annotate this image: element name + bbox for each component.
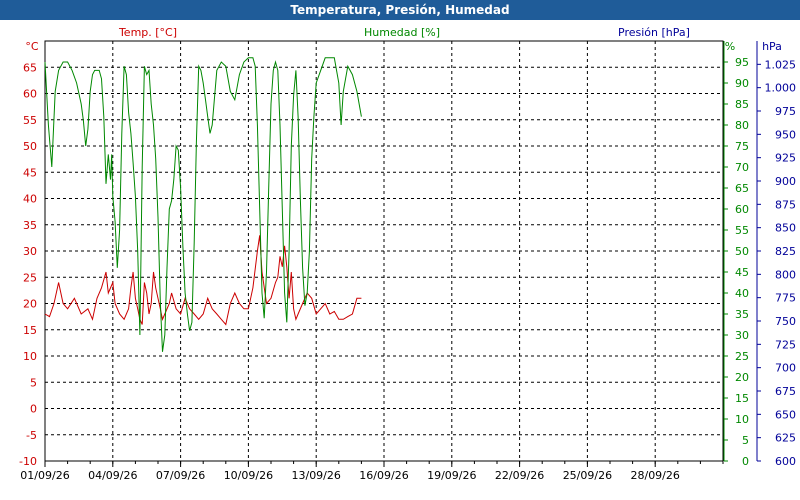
temp-tick-label: -10: [19, 455, 37, 468]
pres-tick-label: 700: [775, 362, 796, 375]
x-tick-label: 19/09/26: [427, 469, 476, 482]
temp-tick-label: 20: [23, 298, 37, 311]
temp-tick-label: 5: [30, 376, 37, 389]
hum-unit-label: %: [725, 40, 735, 53]
temp-tick-label: 30: [23, 245, 37, 258]
temp-tick-label: 65: [23, 61, 37, 74]
pres-tick-label: 750: [775, 315, 796, 328]
temp-tick-label: -5: [26, 429, 37, 442]
temp-tick-label: 50: [23, 140, 37, 153]
temp-tick-label: 55: [23, 114, 37, 127]
hum-tick-label: 55: [735, 224, 749, 237]
pres-tick-label: 625: [775, 432, 796, 445]
temperature-series-line: [44, 235, 362, 326]
pres-tick-label: 950: [775, 128, 796, 141]
x-tick-label: 25/09/26: [563, 469, 612, 482]
pres-tick-label: 1.025: [765, 58, 797, 71]
hum-axis-header: Humedad [%]: [364, 26, 440, 39]
temp-tick-label: 0: [30, 403, 37, 416]
x-tick-label: 10/09/26: [224, 469, 273, 482]
window-title-bar: Temperatura, Presión, Humedad: [0, 0, 800, 20]
pres-tick-label: 825: [775, 245, 796, 258]
pres-tick-label: 850: [775, 222, 796, 235]
hum-tick-label: 80: [735, 119, 749, 132]
pres-tick-label: 650: [775, 408, 796, 421]
grid: [44, 40, 724, 462]
hum-tick-label: 10: [735, 413, 749, 426]
temp-tick-label: 35: [23, 219, 37, 232]
pres-tick-label: 875: [775, 198, 796, 211]
temp-tick-label: 25: [23, 271, 37, 284]
hum-tick-label: 85: [735, 98, 749, 111]
x-tick-label: 22/09/26: [495, 469, 544, 482]
pres-axis-header: Presión [hPa]: [618, 26, 690, 39]
chart-area: Temp. [°C] Humedad [%] Presión [hPa] °C …: [19, 26, 796, 482]
hum-tick-label: 30: [735, 329, 749, 342]
x-tick-label: 28/09/26: [630, 469, 679, 482]
hum-tick-label: 15: [735, 392, 749, 405]
x-tick-label: 01/09/26: [20, 469, 69, 482]
hum-tick-label: 70: [735, 161, 749, 174]
hum-tick-label: 95: [735, 56, 749, 69]
pres-unit-label: hPa: [762, 40, 782, 53]
hum-tick-label: 0: [742, 455, 749, 468]
window-title: Temperatura, Presión, Humedad: [290, 3, 510, 17]
pres-tick-label: 800: [775, 268, 796, 281]
x-tick-label: 07/09/26: [156, 469, 205, 482]
pres-tick-label: 1.000: [765, 82, 797, 95]
temp-axis-header: Temp. [°C]: [118, 26, 177, 39]
hum-tick-label: 5: [742, 434, 749, 447]
hum-tick-label: 60: [735, 203, 749, 216]
x-tick-label: 04/09/26: [88, 469, 137, 482]
temp-tick-label: 40: [23, 193, 37, 206]
axes: 01/09/26 04/09/26 07/09/26 10/09/26 13/09/26…: [19, 41, 796, 482]
pres-tick-label: 900: [775, 175, 796, 188]
pres-tick-label: 925: [775, 152, 796, 165]
temp-tick-label: 45: [23, 166, 37, 179]
series-lines: [44, 57, 362, 352]
pres-tick-label: 600: [775, 455, 796, 468]
hum-tick-label: 25: [735, 350, 749, 363]
hum-tick-label: 75: [735, 140, 749, 153]
temp-tick-label: 60: [23, 88, 37, 101]
hum-tick-label: 45: [735, 266, 749, 279]
hum-tick-label: 65: [735, 182, 749, 195]
hum-tick-label: 20: [735, 371, 749, 384]
temp-tick-label: 10: [23, 350, 37, 363]
temp-unit-label: °C: [25, 40, 39, 53]
pres-tick-label: 775: [775, 292, 796, 305]
hum-tick-label: 40: [735, 287, 749, 300]
hum-tick-label: 50: [735, 245, 749, 258]
pres-tick-label: 975: [775, 105, 796, 118]
pres-tick-label: 725: [775, 338, 796, 351]
hum-tick-label: 90: [735, 77, 749, 90]
pres-tick-label: 675: [775, 385, 796, 398]
x-tick-label: 16/09/26: [359, 469, 408, 482]
hum-tick-label: 35: [735, 308, 749, 321]
x-tick-label: 13/09/26: [291, 469, 340, 482]
temp-tick-label: 15: [23, 324, 37, 337]
